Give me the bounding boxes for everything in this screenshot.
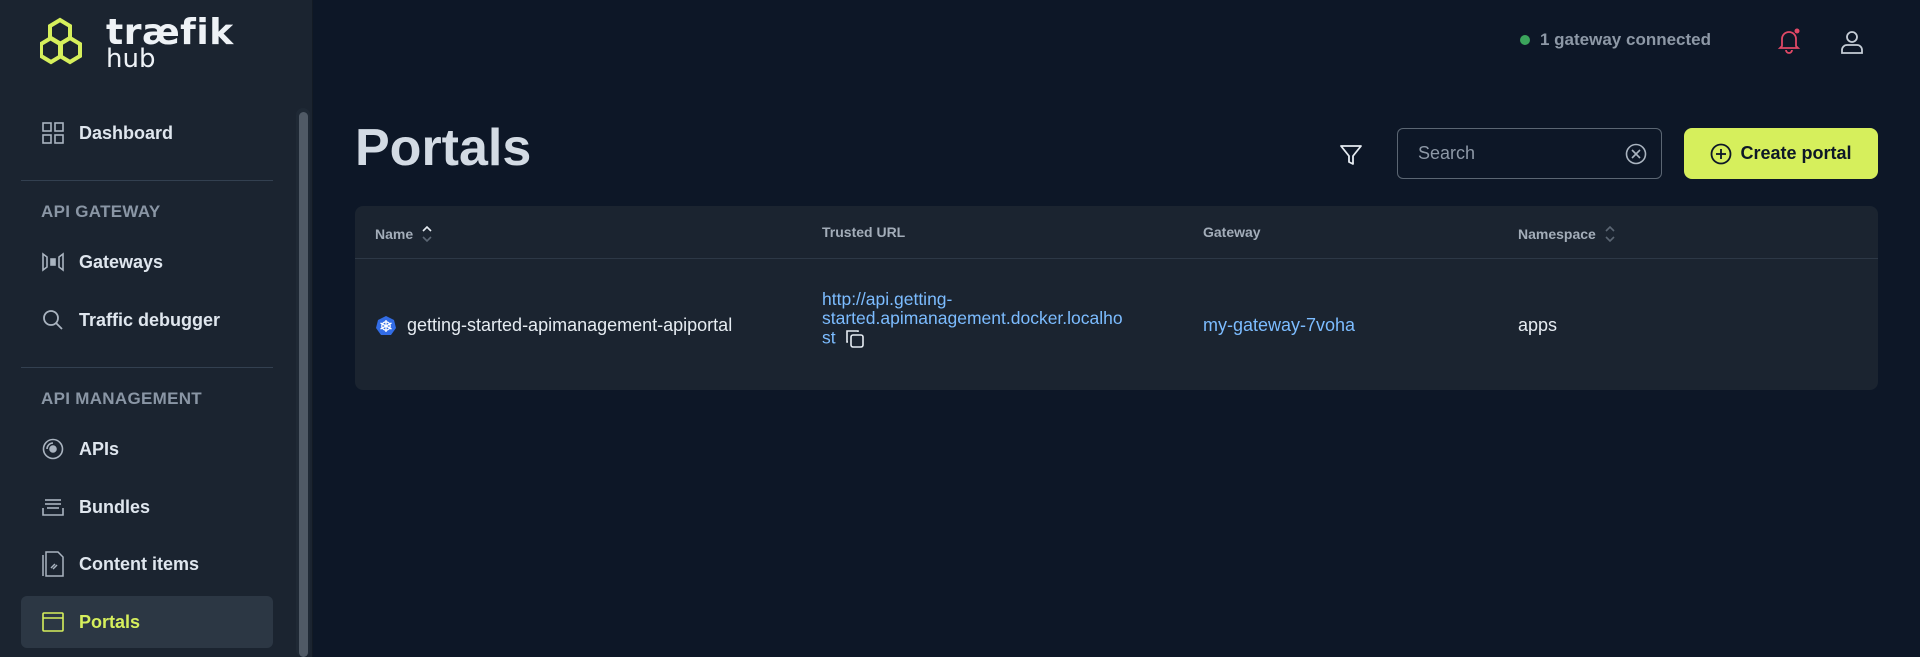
status-dot-icon (1520, 35, 1530, 45)
sidebar-divider (21, 367, 273, 368)
search-box[interactable] (1397, 128, 1662, 179)
sort-icon (1605, 225, 1615, 243)
logo-text-secondary: hub (106, 44, 156, 74)
namespace-value: apps (1518, 315, 1558, 335)
copy-icon[interactable] (844, 328, 866, 350)
portal-name[interactable]: getting-started-apimanagement-apiportal (407, 315, 732, 336)
sidebar-item-bundles[interactable]: Bundles (21, 481, 273, 533)
traefik-hub-logo[interactable]: træfik hub (40, 10, 240, 74)
sidebar-item-label: Traffic debugger (79, 309, 221, 330)
column-header-namespace[interactable]: Namespace (1518, 224, 1616, 244)
sidebar-item-label: Portals (79, 611, 141, 632)
gateway-status: 1 gateway connected (1520, 30, 1711, 50)
sidebar-item-traffic-debugger[interactable]: Traffic debugger (21, 294, 273, 346)
column-header-label: Namespace (1518, 226, 1596, 242)
sidebar-divider (21, 180, 273, 181)
column-header-label: Trusted URL (822, 224, 906, 240)
app: træfik hub Dashboard API GATEWAY Gateway… (0, 0, 1920, 657)
column-header-trusted-url: Trusted URL (822, 224, 905, 240)
section-title-api-management: API MANAGEMENT (41, 389, 202, 408)
sidebar-item-label: Gateways (79, 251, 164, 272)
filter-icon[interactable] (1336, 140, 1366, 170)
column-header-name[interactable]: Name (375, 224, 433, 244)
search-input[interactable] (1418, 143, 1618, 164)
gateway-status-text: 1 gateway connected (1540, 30, 1712, 49)
trusted-url-line: st (822, 327, 836, 348)
sidebar-item-label: APIs (79, 438, 120, 459)
column-header-label: Name (375, 226, 414, 242)
trusted-url-line: started.apimanagement.docker.localho (822, 308, 1123, 328)
sidebar-item-content-items[interactable]: Content items (21, 538, 273, 590)
user-profile-icon[interactable] (1839, 29, 1865, 55)
sidebar-item-label: Bundles (79, 496, 151, 517)
sidebar-scrollbar-thumb[interactable] (299, 112, 308, 657)
table-header: Name Trusted URL Gateway Namespace (355, 206, 1878, 259)
column-header-label: Gateway (1203, 224, 1261, 240)
notifications-bell-icon[interactable] (1776, 28, 1802, 54)
dashboard-icon (41, 121, 65, 145)
sidebar-item-apis[interactable]: APIs (21, 423, 273, 475)
kubernetes-icon (376, 316, 396, 335)
sidebar-item-label: Dashboard (79, 122, 174, 143)
gateway-link[interactable]: my-gateway-7voha (1203, 315, 1355, 336)
column-header-gateway: Gateway (1203, 224, 1261, 240)
clear-search-icon[interactable] (1625, 143, 1647, 165)
hexagon-logo-icon (40, 17, 82, 65)
trusted-url-link[interactable]: http://api.getting- started.apimanagemen… (822, 290, 1162, 350)
sidebar-item-label: Content items (79, 553, 200, 574)
section-title-api-gateway: API GATEWAY (41, 202, 161, 221)
sidebar: træfik hub Dashboard API GATEWAY Gateway… (0, 0, 313, 657)
api-icon (41, 437, 65, 461)
bundles-icon (41, 495, 65, 519)
sidebar-item-portals[interactable]: Portals (21, 596, 273, 648)
create-portal-button[interactable]: Create portal (1684, 128, 1878, 179)
sidebar-item-dashboard[interactable]: Dashboard (21, 107, 273, 159)
portals-table: Name Trusted URL Gateway Namespace getti… (355, 206, 1878, 390)
create-portal-label: Create portal (1740, 143, 1852, 163)
document-icon (41, 551, 65, 577)
gateway-icon (41, 250, 65, 274)
sort-icon (422, 225, 432, 243)
page-title: Portals (355, 119, 532, 177)
sidebar-item-gateways[interactable]: Gateways (21, 236, 273, 288)
portal-icon (41, 610, 65, 634)
plus-circle-icon (1710, 143, 1732, 165)
search-icon (41, 308, 65, 332)
trusted-url-line: http://api.getting- (822, 289, 953, 309)
